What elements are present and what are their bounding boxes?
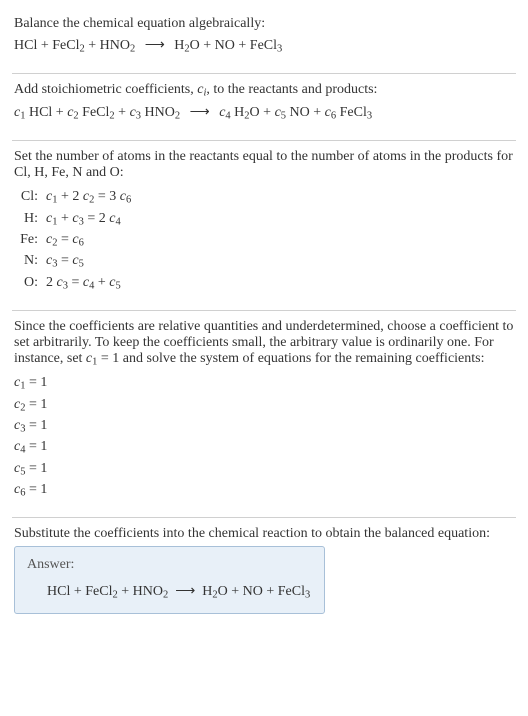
atom-row-cl: Cl: c1 + 2 c2 = 3 c6 bbox=[18, 187, 514, 208]
coeff-row: c1 = 1 bbox=[14, 373, 514, 394]
unbalanced-equation: HCl + FeCl2 + HNO2 ⟶ H2O + NO + FeCl3 bbox=[14, 36, 514, 57]
solve-intro: Since the coefficients are relative quan… bbox=[14, 319, 514, 368]
atom-eq: c2 = c6 bbox=[46, 230, 514, 251]
atom-label: Fe: bbox=[18, 230, 46, 251]
coeff-row: c2 = 1 bbox=[14, 395, 514, 416]
problem-text: Balance the chemical equation algebraica… bbox=[14, 16, 514, 32]
arrow: ⟶ bbox=[190, 105, 210, 120]
answer-intro: Substitute the coefficients into the che… bbox=[14, 526, 514, 542]
arrow: ⟶ bbox=[145, 38, 165, 53]
coeff-row: c6 = 1 bbox=[14, 480, 514, 501]
coeff-row: c3 = 1 bbox=[14, 416, 514, 437]
atom-label: N: bbox=[18, 251, 46, 272]
coeff-row: c5 = 1 bbox=[14, 459, 514, 480]
atom-label: O: bbox=[18, 273, 46, 294]
answer-label: Answer: bbox=[27, 557, 310, 573]
atoms-intro: Set the number of atoms in the reactants… bbox=[14, 149, 514, 181]
coeff-row: c4 = 1 bbox=[14, 437, 514, 458]
atom-row-fe: Fe: c2 = c6 bbox=[18, 230, 514, 251]
coefficient-list: c1 = 1 c2 = 1 c3 = 1 c4 = 1 c5 = 1 c6 = … bbox=[14, 373, 514, 501]
atom-row-n: N: c3 = c5 bbox=[18, 251, 514, 272]
section-solve: Since the coefficients are relative quan… bbox=[12, 311, 516, 518]
coefficient-equation: c1 HCl + c2 FeCl2 + c3 HNO2 ⟶ c4 H2O + c… bbox=[14, 103, 514, 124]
atom-eq: c1 + 2 c2 = 3 c6 bbox=[46, 187, 514, 208]
atom-label: Cl: bbox=[18, 187, 46, 208]
atom-label: H: bbox=[18, 209, 46, 230]
atom-row-h: H: c1 + c3 = 2 c4 bbox=[18, 209, 514, 230]
coefficients-intro: Add stoichiometric coefficients, ci, to … bbox=[14, 82, 514, 99]
atom-row-o: O: 2 c3 = c4 + c5 bbox=[18, 273, 514, 294]
section-problem: Balance the chemical equation algebraica… bbox=[12, 8, 516, 73]
atom-eq: c1 + c3 = 2 c4 bbox=[46, 209, 514, 230]
section-answer: Substitute the coefficients into the che… bbox=[12, 518, 516, 630]
answer-box: Answer: HCl + FeCl2 + HNO2 ⟶ H2O + NO + … bbox=[14, 546, 325, 614]
atom-eq: c3 = c5 bbox=[46, 251, 514, 272]
answer-equation: HCl + FeCl2 + HNO2 ⟶ H2O + NO + FeCl3 bbox=[27, 583, 310, 601]
atom-table: Cl: c1 + 2 c2 = 3 c6 H: c1 + c3 = 2 c4 F… bbox=[18, 187, 514, 294]
section-add-coefficients: Add stoichiometric coefficients, ci, to … bbox=[12, 74, 516, 140]
section-atom-equations: Set the number of atoms in the reactants… bbox=[12, 141, 516, 310]
atom-eq: 2 c3 = c4 + c5 bbox=[46, 273, 514, 294]
